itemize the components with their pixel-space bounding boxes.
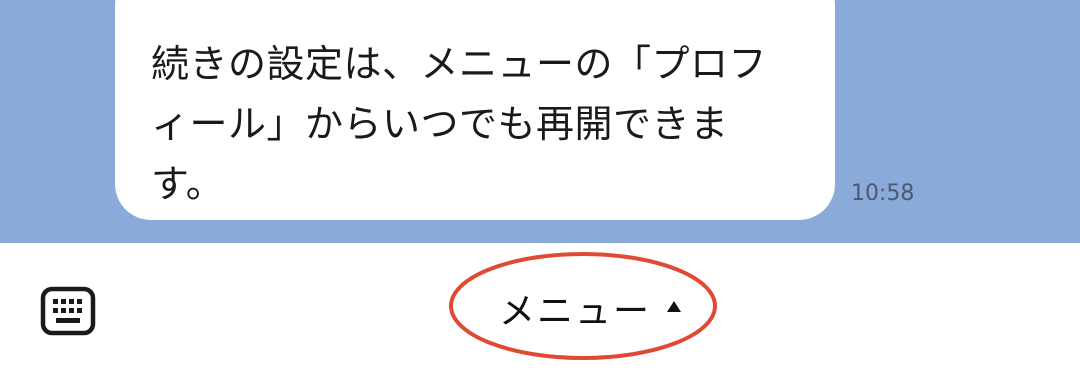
message-bubble[interactable]: 続きの設定は、メニューの「プロフ ィール」からいつでも再開できま す。 (115, 0, 835, 220)
message-timestamp: 10:58 (851, 181, 915, 206)
menu-label: メニュー (498, 291, 651, 332)
rich-menu-toggle-button[interactable]: メニュー (470, 273, 710, 343)
keyboard-icon (40, 286, 96, 336)
message-line: ィール」からいつでも再開できま (151, 102, 729, 146)
chat-area: 続きの設定は、メニューの「プロフ ィール」からいつでも再開できま す。 10:5… (0, 0, 1080, 243)
keyboard-toggle-button[interactable] (38, 283, 98, 339)
message-line: 続きの設定は、メニューの「プロフ (151, 42, 768, 86)
message-text: 続きの設定は、メニューの「プロフ ィール」からいつでも再開できま す。 (151, 34, 805, 214)
message-line: す。 (151, 162, 225, 206)
caret-up-icon (667, 300, 681, 312)
bottom-bar: メニュー (0, 243, 1080, 373)
